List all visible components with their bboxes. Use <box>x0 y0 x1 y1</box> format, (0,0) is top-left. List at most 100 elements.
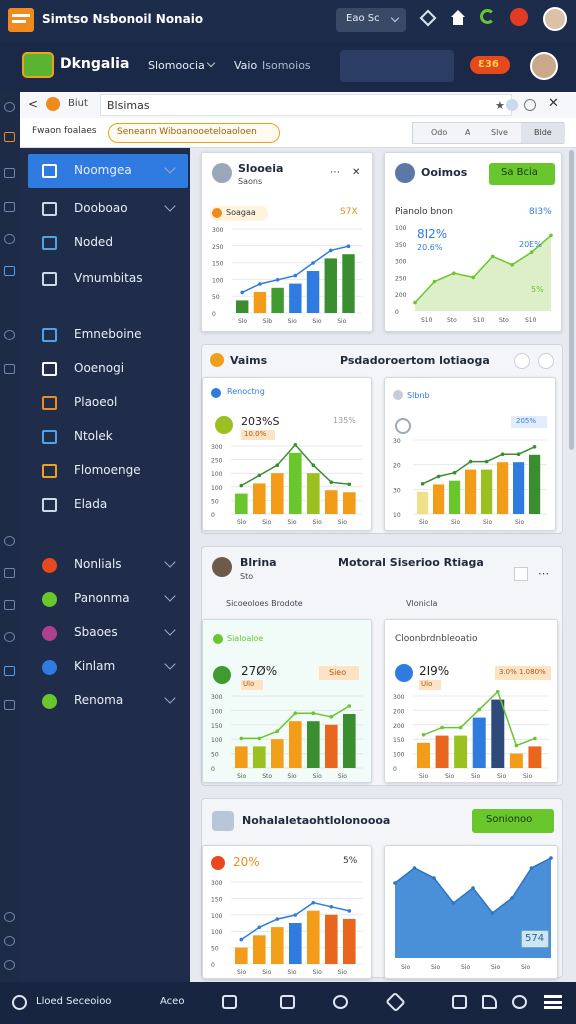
menu-vaio[interactable]: Vaio <box>234 59 257 72</box>
sidebar-item-renoma[interactable]: Renoma <box>28 686 188 716</box>
rail-user-icon[interactable] <box>4 632 15 642</box>
menu-icon[interactable] <box>544 995 562 1009</box>
sidebar-item-sbaoes[interactable]: Sbaoes <box>28 618 188 648</box>
save-icon[interactable] <box>452 995 467 1009</box>
sidebar-item-ooenogi[interactable]: Ooenogi <box>28 354 188 384</box>
seg-tab-3[interactable]: Slve <box>491 128 508 137</box>
area-point <box>413 300 417 305</box>
sidebar-item-plaoeol[interactable]: Plaoeol <box>28 388 188 418</box>
seg-tab-4[interactable]: Blde <box>521 123 565 143</box>
chart-tag: 3.0% 1.080% <box>495 666 551 680</box>
seg-tab-1[interactable]: Odo <box>431 128 447 137</box>
bar <box>289 721 302 768</box>
extension-icon[interactable] <box>506 99 518 111</box>
x-tick-label: Sio <box>313 519 322 526</box>
sidebar-item-emneboine[interactable]: Emneboine <box>28 320 188 350</box>
content-scrollbar[interactable] <box>569 150 574 450</box>
rail-chat-icon[interactable] <box>4 364 15 374</box>
app-logo-icon[interactable] <box>12 995 27 1010</box>
rail-doc-icon[interactable] <box>4 202 15 212</box>
header-search-field[interactable] <box>340 50 454 82</box>
chevron-down-icon[interactable] <box>164 692 176 704</box>
bar <box>235 947 248 964</box>
chevron-down-icon[interactable] <box>164 162 176 174</box>
rail-home-icon[interactable] <box>4 102 15 112</box>
chevron-down-icon[interactable] <box>164 556 176 568</box>
navigate-icon[interactable] <box>419 9 437 27</box>
globe-icon[interactable] <box>512 995 527 1009</box>
rail-info-icon[interactable] <box>4 960 15 970</box>
more-icon[interactable]: ⋯ <box>330 167 340 178</box>
seg-tab-2[interactable]: A <box>465 128 470 137</box>
chevron-down-icon[interactable] <box>164 658 176 670</box>
y-tick-label: 250 <box>211 458 223 465</box>
sidebar-item-nonlials[interactable]: Nonlials <box>28 550 188 580</box>
sidebar-item-kinlam[interactable]: Kinlam <box>28 652 188 682</box>
dropdown-button[interactable] <box>514 567 528 581</box>
settings-icon[interactable] <box>524 99 536 111</box>
rail-check-icon[interactable] <box>4 266 15 276</box>
sidebar-item-noomgea[interactable]: Noomgea <box>28 156 188 186</box>
sidebar-item-dooboao[interactable]: Dooboao <box>28 194 188 224</box>
trend-point <box>329 905 334 909</box>
bar <box>253 746 266 768</box>
rail-alert-icon[interactable] <box>4 132 15 142</box>
rail-gear-icon[interactable] <box>4 330 15 340</box>
more-icon[interactable]: ⋯ <box>538 567 549 580</box>
section-title-right: Psdadoroertom lotiaoga <box>340 354 490 367</box>
x-tick-label: Sio <box>313 969 322 976</box>
bottom-left-label[interactable]: Lloed Seceoioo <box>36 996 111 1007</box>
sidebar-item-flomoenge[interactable]: Flomoenge <box>28 456 188 486</box>
close-icon[interactable]: ✕ <box>352 167 360 178</box>
section-action-button[interactable]: Sonionoo <box>472 809 554 833</box>
star-icon[interactable]: ★ <box>495 99 505 112</box>
sidebar-item-ntolek[interactable]: Ntolek <box>28 422 188 452</box>
rail-key-icon[interactable] <box>4 700 15 710</box>
edit-icon[interactable] <box>482 995 497 1009</box>
bottom-mid-label[interactable]: Aceo <box>160 996 184 1007</box>
rail-settings-icon[interactable] <box>4 936 15 946</box>
title-search-box[interactable]: Eao Sc <box>336 8 406 32</box>
prev-button[interactable] <box>514 353 530 369</box>
rail-grid-icon[interactable] <box>4 168 15 178</box>
sidebar-item-panonma[interactable]: Panonma <box>28 584 188 614</box>
bar <box>236 300 249 313</box>
user-avatar[interactable] <box>543 7 567 31</box>
sidebar-item-noded[interactable]: Noded <box>28 228 188 258</box>
refresh-icon[interactable] <box>480 9 495 24</box>
address-bar[interactable]: Blsimas ★ <box>100 94 512 116</box>
trend-point <box>275 729 280 733</box>
section-title: Vaims <box>230 354 268 367</box>
rail-help-icon[interactable] <box>4 912 15 922</box>
x-tick-label: Sio <box>461 964 470 971</box>
home-icon[interactable] <box>450 10 466 26</box>
filter-chip[interactable]: Seneann Wiboanooeteloaoloen <box>108 123 280 143</box>
rail-box-icon[interactable] <box>4 568 15 578</box>
chevron-down-icon[interactable] <box>164 624 176 636</box>
area-point <box>490 911 495 915</box>
sidebar-item-elada[interactable]: Elada <box>28 490 188 520</box>
rail-cloud-icon[interactable] <box>4 536 15 546</box>
profile-avatar[interactable] <box>530 52 558 80</box>
menu-slomoocia[interactable]: Slomoocia <box>148 59 205 72</box>
status-badge[interactable]: Ɛ36 <box>470 56 510 74</box>
next-button[interactable] <box>538 353 554 369</box>
close-icon[interactable]: ✕ <box>548 96 559 111</box>
chevron-down-icon[interactable] <box>164 590 176 602</box>
chart-tag: 10.0% <box>241 430 275 440</box>
chevron-down-icon[interactable] <box>164 200 176 212</box>
menu-isomoios[interactable]: Isomoios <box>262 59 311 72</box>
rail-wave-icon[interactable] <box>4 600 15 610</box>
back-button[interactable]: < <box>28 97 38 111</box>
users-icon[interactable] <box>333 995 348 1009</box>
tab-label[interactable]: Biut <box>68 98 88 109</box>
rail-lock-icon[interactable] <box>4 666 15 676</box>
file-icon[interactable] <box>280 995 295 1009</box>
x-tick-label: Sio <box>471 773 480 780</box>
chart-pct: 135% <box>333 416 356 425</box>
sidebar-item-vmumbitas[interactable]: Vmumbitas <box>28 264 188 294</box>
briefcase-icon[interactable] <box>222 995 237 1009</box>
notification-icon[interactable] <box>510 8 528 26</box>
card-action-button[interactable]: Sa Bcia <box>489 163 555 185</box>
rail-shield-icon[interactable] <box>4 234 15 244</box>
